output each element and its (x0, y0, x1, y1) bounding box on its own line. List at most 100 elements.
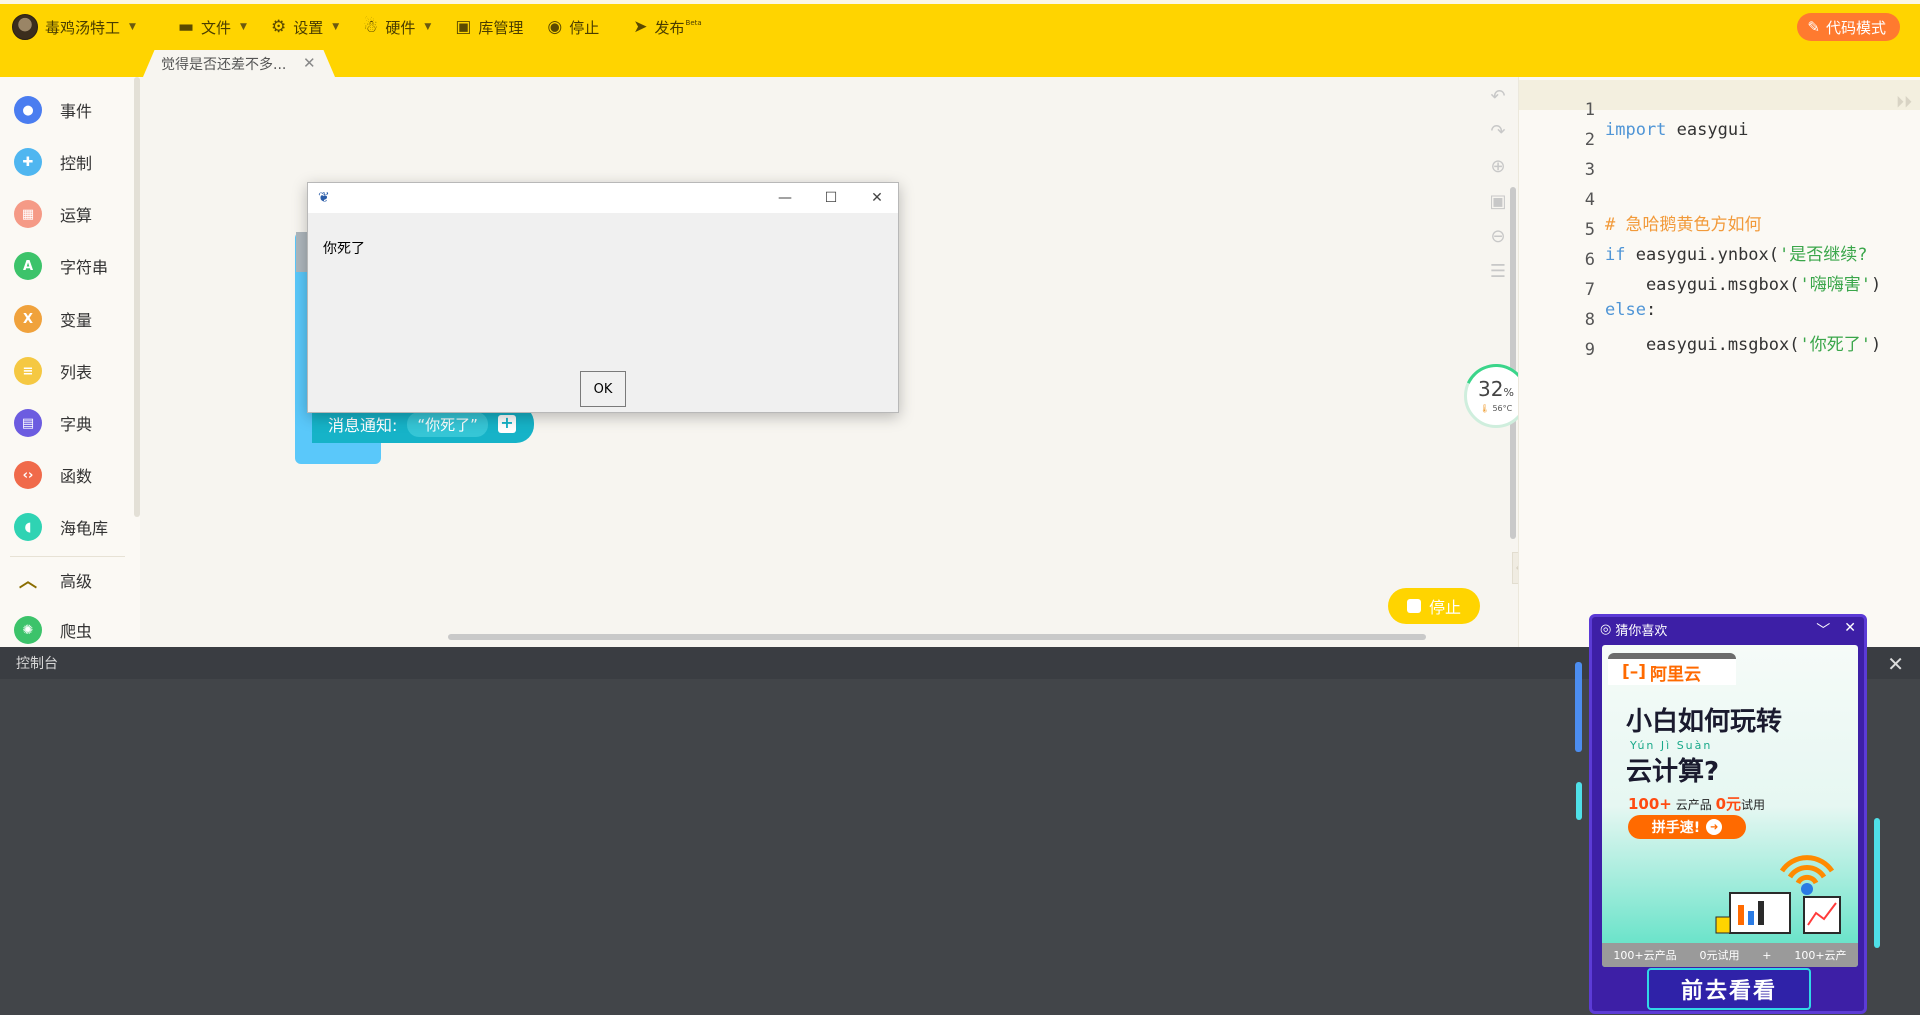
minimize-icon[interactable]: — (762, 183, 808, 213)
zoom-reset-icon[interactable]: ▣ (1489, 191, 1506, 212)
undo-icon[interactable]: ↶ (1490, 86, 1505, 107)
turtle-icon: ◖ (14, 513, 42, 541)
code-line[interactable]: 8 easygui.msgbox('你死了') (1519, 290, 1920, 355)
ad-popup: ◎ 猜你喜欢 ﹀ ✕ [–] 阿里云 小白如何玩转 Yún Jì Suàn 云计… (1589, 614, 1867, 1014)
user-name: 毒鸡汤特工 (45, 18, 121, 37)
code-editor[interactable]: 1 import easygui 2 3 4 # 急哈鹅黄色方如何 5 if e… (1518, 77, 1920, 647)
ad-headline-2: 云计算? (1626, 757, 1720, 787)
align-icon[interactable]: ☰ (1490, 261, 1506, 282)
code-line[interactable]: 7 else: (1519, 260, 1920, 320)
hardware-menu-label: 硬件 (385, 18, 416, 37)
category-label: 字典 (60, 415, 93, 434)
category-operators[interactable]: ▦ 运算 (14, 200, 92, 228)
close-icon[interactable]: ✕ (854, 183, 900, 213)
close-icon[interactable]: ✕ (1887, 652, 1904, 676)
code-line[interactable]: 1 import easygui (1519, 80, 1920, 140)
sidebar-divider (10, 556, 125, 557)
block-category-sidebar: ● 事件 ✚ 控制 ▦ 运算 A 字符串 X 变量 ≡ 列表 ▤ 字典 ‹› 函… (0, 77, 140, 647)
category-label: 运算 (60, 206, 93, 225)
book-icon: ▤ (14, 409, 42, 437)
beta-badge: Beta (685, 19, 702, 27)
category-event[interactable]: ● 事件 (14, 96, 92, 124)
category-list[interactable]: ≡ 列表 (14, 357, 92, 385)
category-variable[interactable]: X 变量 (14, 305, 92, 333)
code-line[interactable]: 9 (1519, 320, 1920, 360)
ok-button[interactable]: OK (580, 371, 626, 407)
ad-cta-button[interactable]: 拼手速! ➜ (1628, 815, 1746, 839)
brand-bracket-icon: [–] (1622, 662, 1647, 682)
stop-run-button[interactable]: 停止 (1388, 588, 1480, 624)
stop-circle-icon: ◉ (547, 17, 563, 37)
line-number: 9 (1584, 340, 1595, 360)
main-toolbar: 毒鸡汤特工 ▼ ▬ 文件 ▼ ⚙ 设置 ▼ ☃ 硬件 ▼ ▣ 库管理 ◉ 停止 … (0, 4, 1920, 50)
gamepad-icon: ✚ (14, 148, 42, 176)
category-label: 变量 (60, 311, 93, 330)
ad-title: 猜你喜欢 (1615, 623, 1668, 639)
ad-banner[interactable]: [–] 阿里云 小白如何玩转 Yún Jì Suàn 云计算? 100+ 云产品… (1602, 645, 1858, 967)
zoom-out-icon[interactable]: ⊖ (1490, 226, 1505, 247)
file-menu[interactable]: ▬ 文件 ▼ (166, 4, 259, 50)
category-control[interactable]: ✚ 控制 (14, 148, 92, 176)
aliyun-logo: [–] 阿里云 (1608, 653, 1736, 685)
toggle-icon: ● (14, 96, 42, 124)
library-label: 库管理 (478, 18, 524, 37)
collapse-panel-icon[interactable]: ⏵⏵ (1896, 92, 1912, 112)
calculator-icon: ▦ (14, 200, 42, 228)
category-label: 函数 (60, 467, 93, 486)
library-button[interactable]: ▣ 库管理 (443, 4, 535, 50)
ad-glow-decoration (1874, 818, 1880, 948)
edit-icon: ✎ (1807, 18, 1820, 36)
ad-footer-strip: 100+云产品 0元试用 + 100+云产 (1602, 943, 1858, 967)
category-label: 事件 (60, 102, 93, 121)
code-line[interactable]: 4 # 急哈鹅黄色方如何 (1519, 170, 1920, 235)
category-label: 海龟库 (60, 519, 109, 538)
close-icon[interactable]: ✕ (1844, 620, 1856, 640)
ad-offer: 100+ 云产品 0元试用 (1628, 795, 1766, 813)
code-mode-button[interactable]: ✎ 代码模式 (1797, 13, 1900, 41)
tab-label: 觉得是否还差不多... (161, 56, 287, 73)
chevron-down-icon: ▼ (424, 22, 432, 32)
paper-plane-icon: ➤ (633, 17, 648, 37)
close-icon[interactable]: ✕ (303, 54, 316, 72)
maximize-icon[interactable]: ☐ (808, 183, 854, 213)
publish-button[interactable]: ➤ 发布 Beta (621, 4, 713, 50)
block-string-value[interactable]: “你死了” (407, 411, 488, 437)
list-icon: ≡ (14, 357, 42, 385)
spider-icon: ✺ (14, 616, 42, 644)
dialog-message: 你死了 (323, 241, 365, 257)
code-line[interactable]: 3 (1519, 140, 1920, 180)
category-dictionary[interactable]: ▤ 字典 (14, 409, 92, 437)
user-menu[interactable]: 毒鸡汤特工 ▼ (0, 4, 148, 50)
chevron-down-icon[interactable]: ﹀ (1816, 620, 1830, 640)
category-advanced[interactable]: ︿ 高级 (14, 566, 92, 594)
zoom-in-icon[interactable]: ⊕ (1490, 156, 1505, 177)
category-function[interactable]: ‹› 函数 (14, 461, 92, 489)
ad-logo-icon: ◎ (1600, 621, 1612, 637)
arrow-icon: ➜ (1706, 819, 1723, 835)
folder-icon: ▬ (177, 17, 194, 37)
code-mode-label: 代码模式 (1825, 18, 1886, 37)
ad-go-button[interactable]: 前去看看 (1647, 968, 1811, 1010)
category-string[interactable]: A 字符串 (14, 252, 108, 280)
ad-header: ◎ 猜你喜欢 ﹀ ✕ (1592, 617, 1864, 641)
stop-toolbar-button[interactable]: ◉ 停止 (535, 4, 611, 50)
letter-a-icon: A (14, 252, 42, 280)
category-crawler[interactable]: ✺ 爬虫 (14, 616, 92, 644)
stop-run-label: 停止 (1428, 598, 1461, 617)
code-line[interactable]: 6 easygui.msgbox('嗨嗨害') (1519, 230, 1920, 295)
ad-glow-decoration (1576, 782, 1582, 820)
workspace-horizontal-scrollbar[interactable] (448, 634, 1426, 640)
code-line[interactable]: 5 if easygui.ynbox('是否继续? (1519, 200, 1920, 265)
workspace-vertical-scrollbar[interactable] (1510, 187, 1516, 539)
redo-icon[interactable]: ↷ (1490, 121, 1505, 142)
console-title: 控制台 (16, 656, 58, 672)
category-turtle[interactable]: ◖ 海龟库 (14, 513, 108, 541)
code-line[interactable]: 2 (1519, 110, 1920, 150)
chevron-down-icon: ▼ (129, 22, 136, 32)
msgbox-dialog: ❦ — ☐ ✕ 你死了 OK (307, 182, 899, 413)
settings-menu-label: 设置 (293, 18, 324, 37)
hardware-menu[interactable]: ☃ 硬件 ▼ (351, 4, 443, 50)
plus-icon[interactable]: + (497, 415, 516, 433)
settings-menu[interactable]: ⚙ 设置 ▼ (259, 4, 351, 50)
dialog-titlebar[interactable]: ❦ — ☐ ✕ (308, 183, 898, 213)
